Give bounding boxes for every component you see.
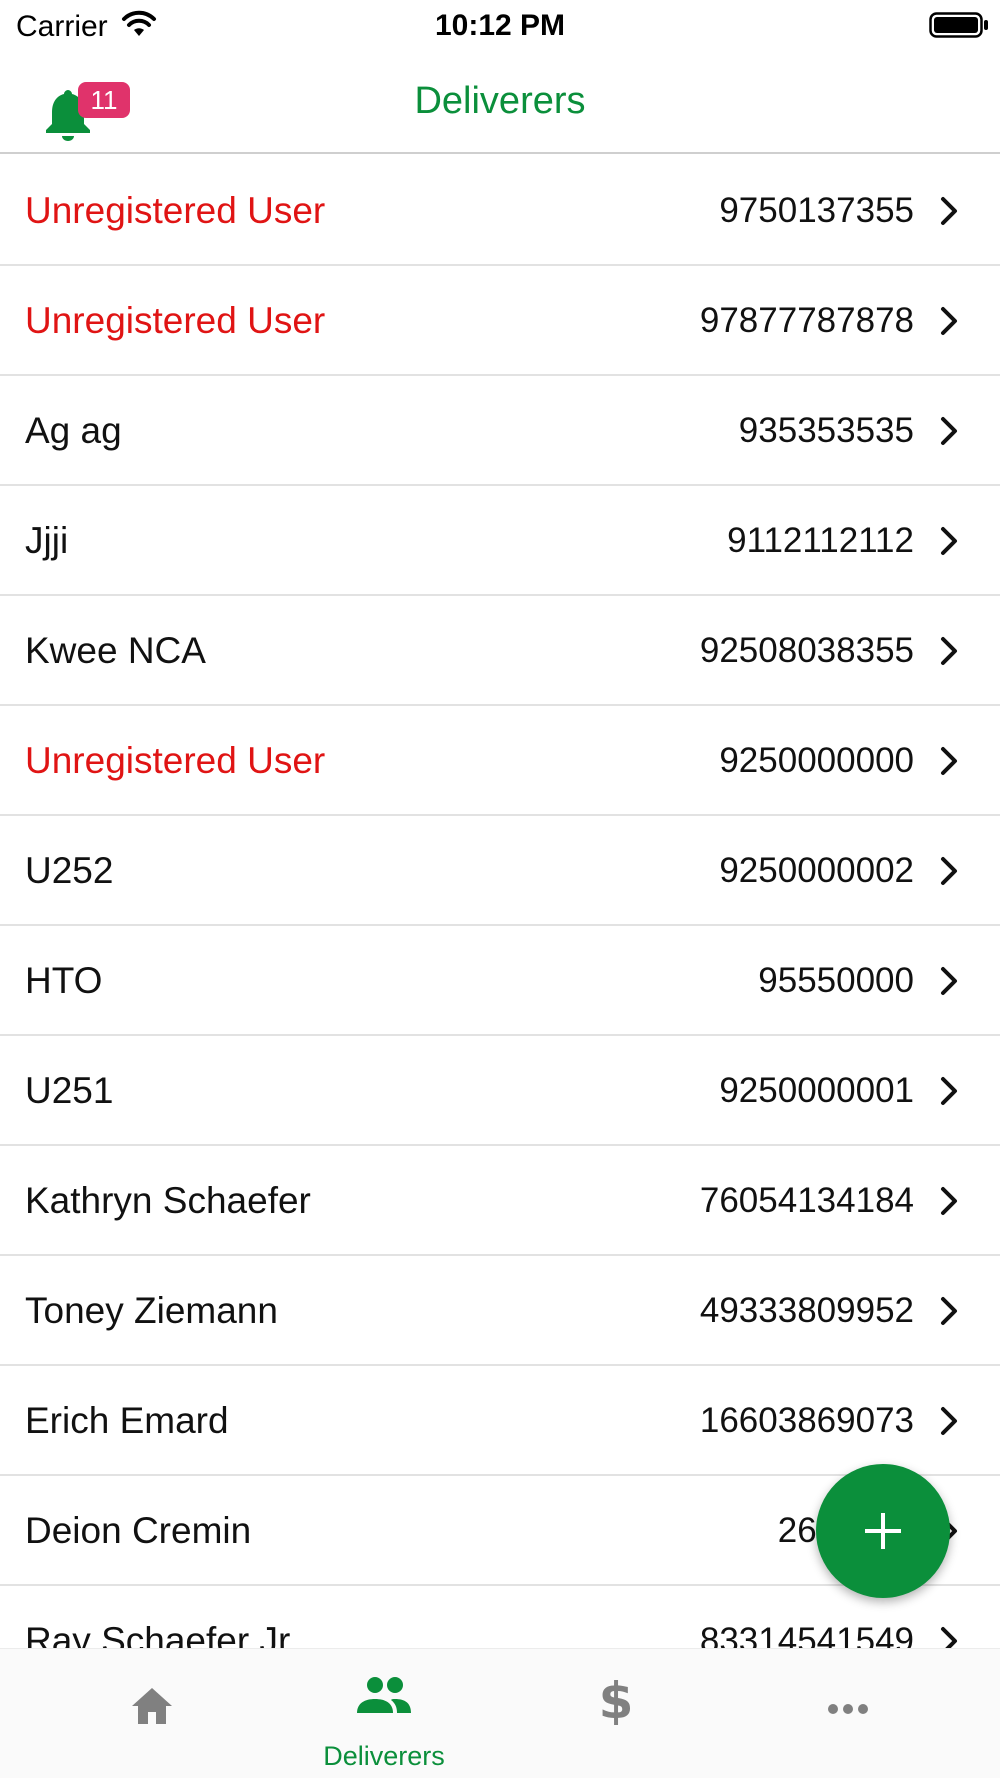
status-time: 10:12 PM — [434, 9, 566, 42]
deliverer-phone: 935353535 — [738, 411, 914, 450]
deliverer-name: Kwee NCA — [25, 630, 206, 671]
chevron-right-icon — [941, 857, 957, 885]
deliverer-row[interactable]: U252 9250000002 — [0, 816, 1000, 926]
deliverer-name: Unregistered User — [25, 740, 326, 781]
deliverer-name: Ray Schaefer Jr. — [25, 1620, 299, 1648]
deliverer-phone: 95550000 — [758, 961, 914, 1000]
chevron-right-icon — [941, 1297, 957, 1325]
deliverer-name: Jjji — [25, 520, 69, 561]
tab-bar: Deliverers $ — [0, 1648, 1000, 1778]
deliverer-phone: 9250000002 — [719, 851, 914, 890]
tab-home[interactable] — [27, 1649, 277, 1778]
screen: Carrier 10:12 PM 11 Deliverers Unregiste… — [0, 0, 1000, 1778]
deliverer-row[interactable]: Unregistered User 9250000000 — [0, 706, 1000, 816]
deliverer-phone: 9750137355 — [719, 191, 914, 230]
deliverer-name: U251 — [25, 1070, 114, 1111]
deliverer-phone: 76054134184 — [699, 1181, 914, 1220]
deliverer-name: Toney Ziemann — [25, 1290, 278, 1331]
deliverer-row[interactable]: Erich Emard 16603869073 — [0, 1366, 1000, 1476]
deliverer-name: Kathryn Schaefer — [25, 1180, 311, 1221]
status-bar: Carrier 10:12 PM — [0, 0, 1000, 52]
chevron-right-icon — [941, 747, 957, 775]
dollar-icon: $ — [601, 1672, 631, 1725]
deliverer-name: Deion Cremin — [25, 1510, 252, 1551]
deliverer-row[interactable]: Unregistered User 9750137355 — [0, 156, 1000, 266]
tab-payments[interactable]: $ — [491, 1649, 741, 1778]
chevron-right-icon — [941, 637, 957, 665]
chevron-right-icon — [941, 197, 957, 225]
battery-icon — [929, 12, 988, 38]
chevron-right-icon — [941, 1407, 957, 1435]
page-title: Deliverers — [414, 80, 586, 122]
deliverer-phone: 9112112112 — [727, 521, 914, 560]
deliverer-row[interactable]: Toney Ziemann 49333809952 — [0, 1256, 1000, 1366]
deliverer-name: Erich Emard — [25, 1400, 229, 1441]
deliverer-row[interactable]: Ray Schaefer Jr. 83314541549 — [0, 1586, 1000, 1648]
deliverer-phone: 16603869073 — [699, 1401, 914, 1440]
tab-label-deliverers: Deliverers — [323, 1741, 445, 1771]
deliverer-row[interactable]: Kathryn Schaefer 76054134184 — [0, 1146, 1000, 1256]
chevron-right-icon — [941, 1627, 957, 1648]
deliverer-name: HTO — [25, 960, 103, 1001]
deliverer-row[interactable]: Ag ag 935353535 — [0, 376, 1000, 486]
deliverer-name: U252 — [25, 850, 114, 891]
chevron-right-icon — [941, 417, 957, 445]
deliverer-row[interactable]: U251 9250000001 — [0, 1036, 1000, 1146]
deliverer-row[interactable]: Kwee NCA 92508038355 — [0, 596, 1000, 706]
deliverer-phone: 9250000000 — [719, 741, 914, 780]
chevron-right-icon — [941, 1077, 957, 1105]
deliverer-name: Unregistered User — [25, 190, 326, 231]
chevron-right-icon — [941, 967, 957, 995]
deliverer-list: Unregistered User 9750137355 Unregistered … — [0, 156, 1000, 1648]
deliverer-row[interactable]: HTO 95550000 — [0, 926, 1000, 1036]
chevron-right-icon — [941, 527, 957, 555]
deliverer-phone: 9250000001 — [719, 1071, 914, 1110]
deliverer-phone: 97877787878 — [699, 301, 914, 340]
deliverer-name: Ag ag — [25, 410, 122, 451]
nav-bar: 11 Deliverers — [0, 52, 1000, 154]
people-icon — [357, 1677, 411, 1713]
tab-more[interactable] — [723, 1649, 973, 1778]
deliverer-phone: 49333809952 — [699, 1291, 914, 1330]
tab-deliverers[interactable]: Deliverers — [259, 1649, 509, 1778]
home-icon — [132, 1688, 172, 1724]
deliverer-row[interactable]: Jjji 9112112112 — [0, 486, 1000, 596]
deliverer-name: Unregistered User — [25, 300, 326, 341]
chevron-right-icon — [941, 1187, 957, 1215]
more-icon — [828, 1704, 868, 1714]
deliverer-phone: 92508038355 — [699, 631, 914, 670]
svg-text:$: $ — [601, 1672, 631, 1725]
chevron-right-icon — [941, 307, 957, 335]
plus-icon — [865, 1513, 901, 1549]
add-deliverer-button[interactable] — [816, 1464, 950, 1598]
deliverer-row[interactable]: Unregistered User 97877787878 — [0, 266, 1000, 376]
